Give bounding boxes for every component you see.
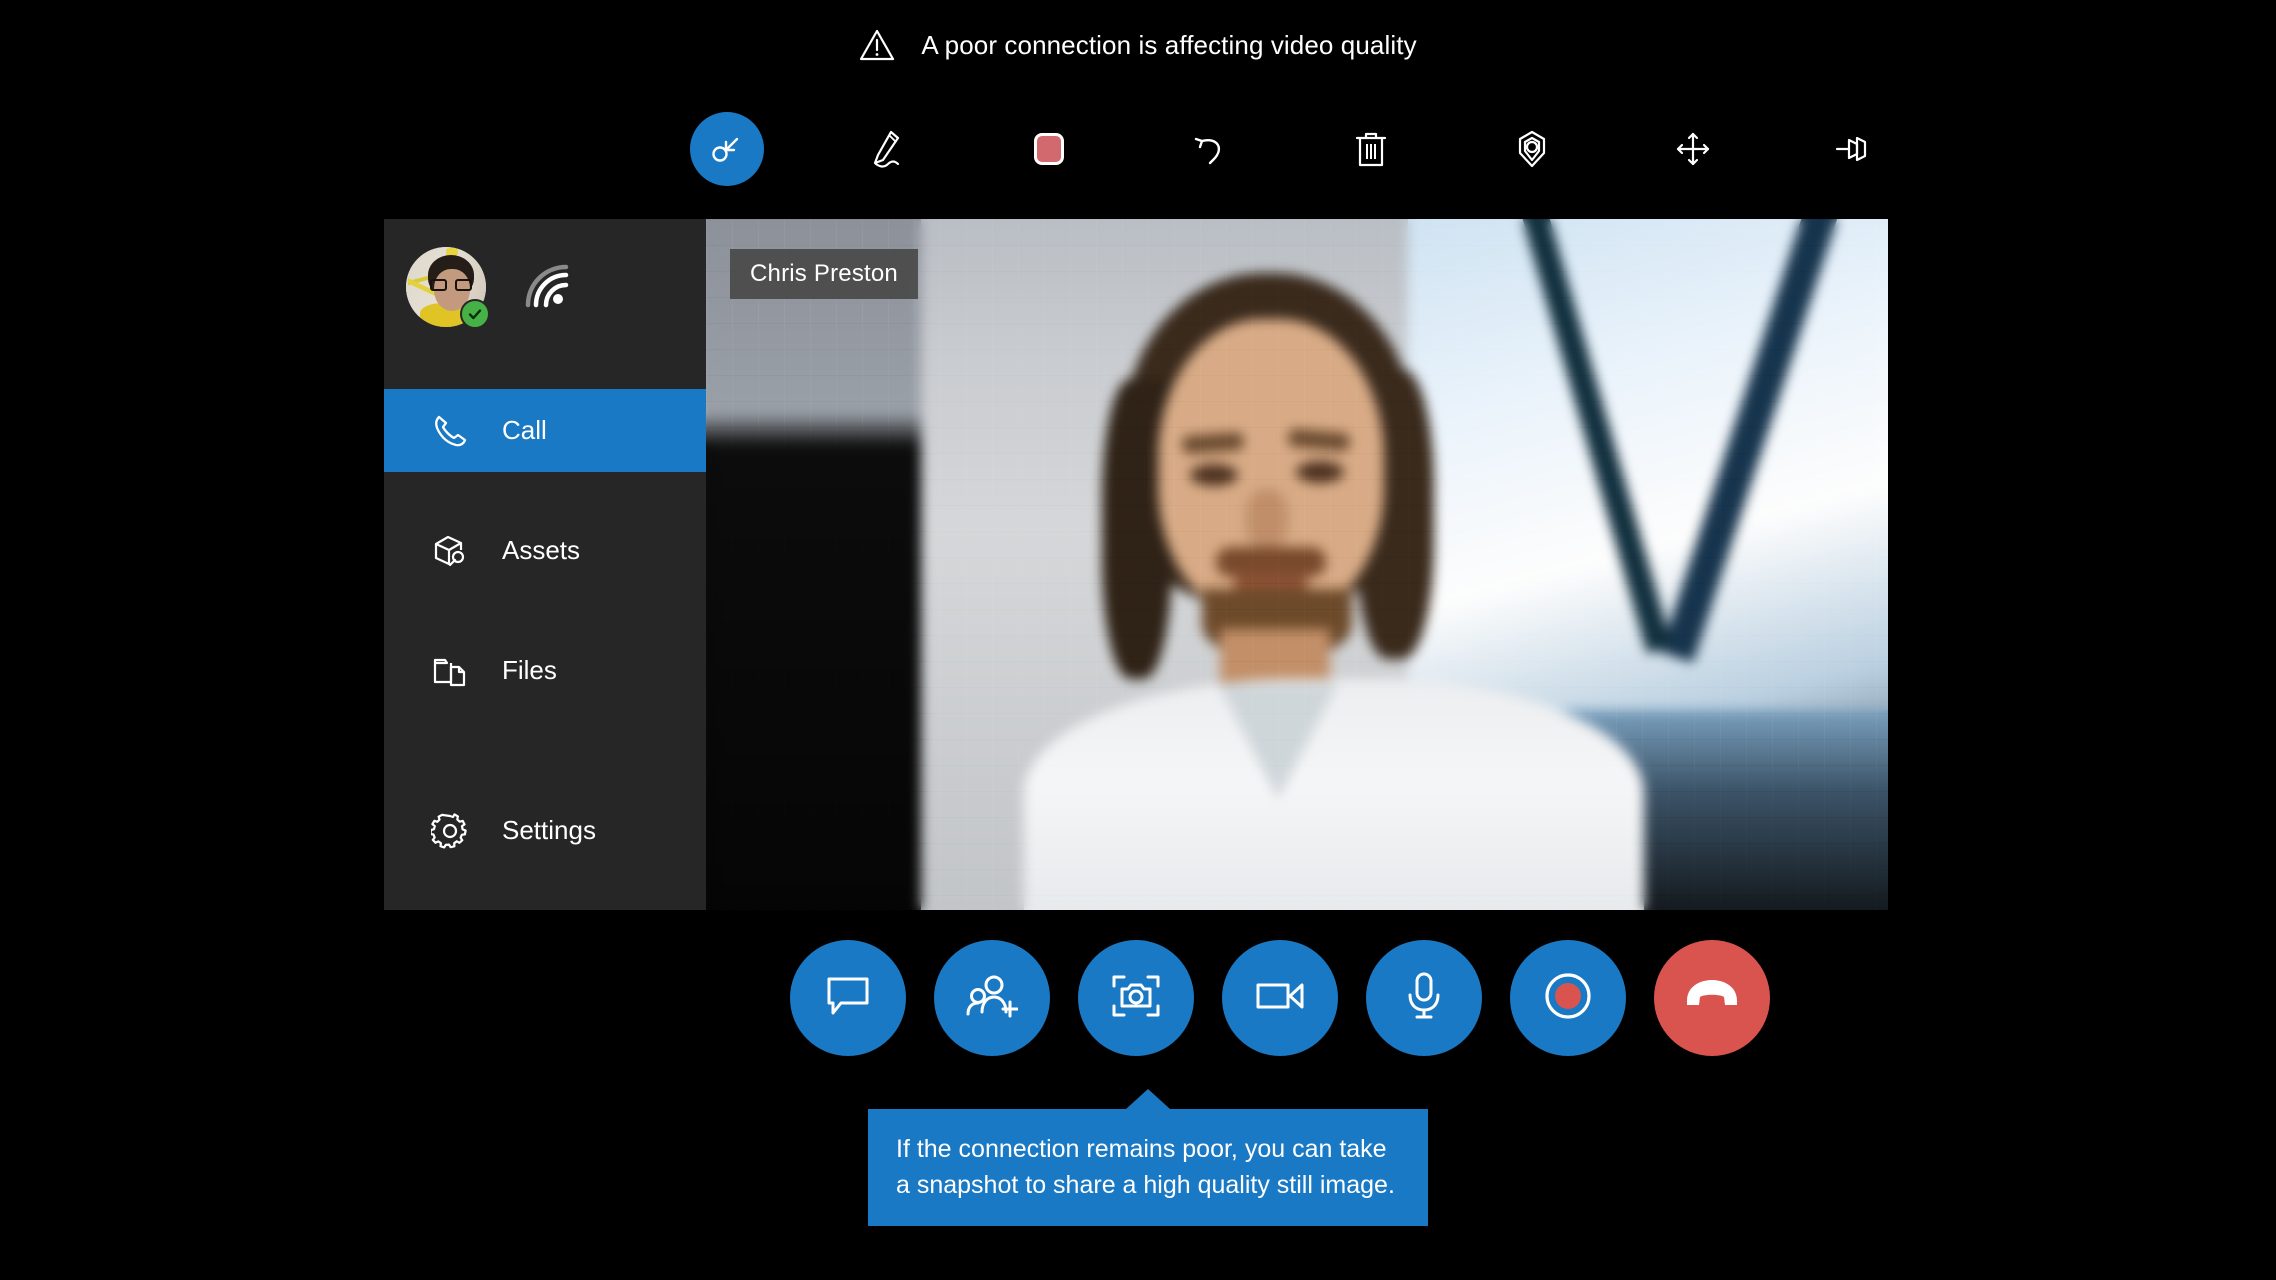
sidebar-item-settings[interactable]: Settings — [384, 789, 706, 872]
pen-ink-icon — [867, 127, 909, 171]
trash-icon — [1353, 128, 1389, 170]
avatar[interactable] — [406, 247, 490, 329]
video-feed[interactable]: Chris Preston — [706, 219, 1888, 910]
undo-tool[interactable] — [1173, 112, 1247, 186]
warning-triangle-icon — [859, 28, 895, 62]
sidebar: Call Assets Files Settings — [384, 219, 706, 910]
sidebar-profile — [384, 219, 706, 389]
delete-tool[interactable] — [1334, 112, 1408, 186]
hangup-phone-icon — [1684, 979, 1740, 1018]
cursor-select-icon — [707, 129, 747, 169]
sidebar-item-call[interactable]: Call — [384, 389, 706, 472]
color-swatch-icon — [1034, 133, 1064, 165]
sidebar-item-label: Call — [502, 415, 547, 445]
undo-arrow-icon — [1190, 129, 1230, 169]
microphone-icon — [1405, 970, 1443, 1027]
connection-warning-banner: A poor connection is affecting video qua… — [0, 28, 2276, 62]
add-people-button[interactable] — [934, 940, 1050, 1056]
pushpin-icon — [1833, 132, 1875, 166]
video-camera-icon — [1254, 976, 1306, 1021]
sidebar-item-assets[interactable]: Assets — [384, 509, 706, 592]
files-folder-icon — [430, 651, 470, 691]
signal-strength-icon — [522, 261, 572, 311]
color-swatch-tool[interactable] — [1012, 112, 1086, 186]
location-pin-icon — [1511, 127, 1553, 171]
sidebar-nav: Call Assets Files Settings — [384, 389, 706, 872]
sidebar-item-label: Assets — [502, 535, 581, 565]
pin-tool[interactable] — [1817, 112, 1891, 186]
connection-warning-text: A poor connection is affecting video qua… — [921, 29, 1417, 60]
camera-snapshot-icon — [1110, 972, 1162, 1025]
presence-badge-available — [460, 299, 490, 329]
assets-box-wrench-icon — [430, 531, 470, 571]
place-marker-tool[interactable] — [1495, 112, 1569, 186]
sidebar-item-label: Files — [502, 655, 557, 685]
video-toggle-button[interactable] — [1222, 940, 1338, 1056]
snapshot-tooltip: If the connection remains poor, you can … — [868, 1109, 1428, 1226]
chat-button[interactable] — [790, 940, 906, 1056]
snapshot-button[interactable] — [1078, 940, 1194, 1056]
gear-icon — [430, 811, 470, 851]
move-arrows-icon — [1673, 129, 1713, 169]
annotation-toolbar — [690, 112, 1890, 186]
sidebar-item-label: Settings — [502, 815, 596, 845]
record-circle-icon — [1542, 970, 1594, 1027]
mic-toggle-button[interactable] — [1366, 940, 1482, 1056]
pen-tool[interactable] — [851, 112, 925, 186]
record-button[interactable] — [1510, 940, 1626, 1056]
chat-bubble-icon — [823, 973, 873, 1024]
app-window: A poor connection is affecting video qua… — [0, 0, 2276, 1280]
video-frame — [706, 219, 1888, 910]
move-tool[interactable] — [1656, 112, 1730, 186]
add-person-icon — [966, 972, 1019, 1025]
sidebar-item-files[interactable]: Files — [384, 629, 706, 712]
participant-name-tag: Chris Preston — [730, 249, 918, 299]
end-call-button[interactable] — [1654, 940, 1770, 1056]
phone-icon — [430, 411, 470, 451]
call-controls — [790, 940, 1770, 1056]
select-tool[interactable] — [690, 112, 764, 186]
